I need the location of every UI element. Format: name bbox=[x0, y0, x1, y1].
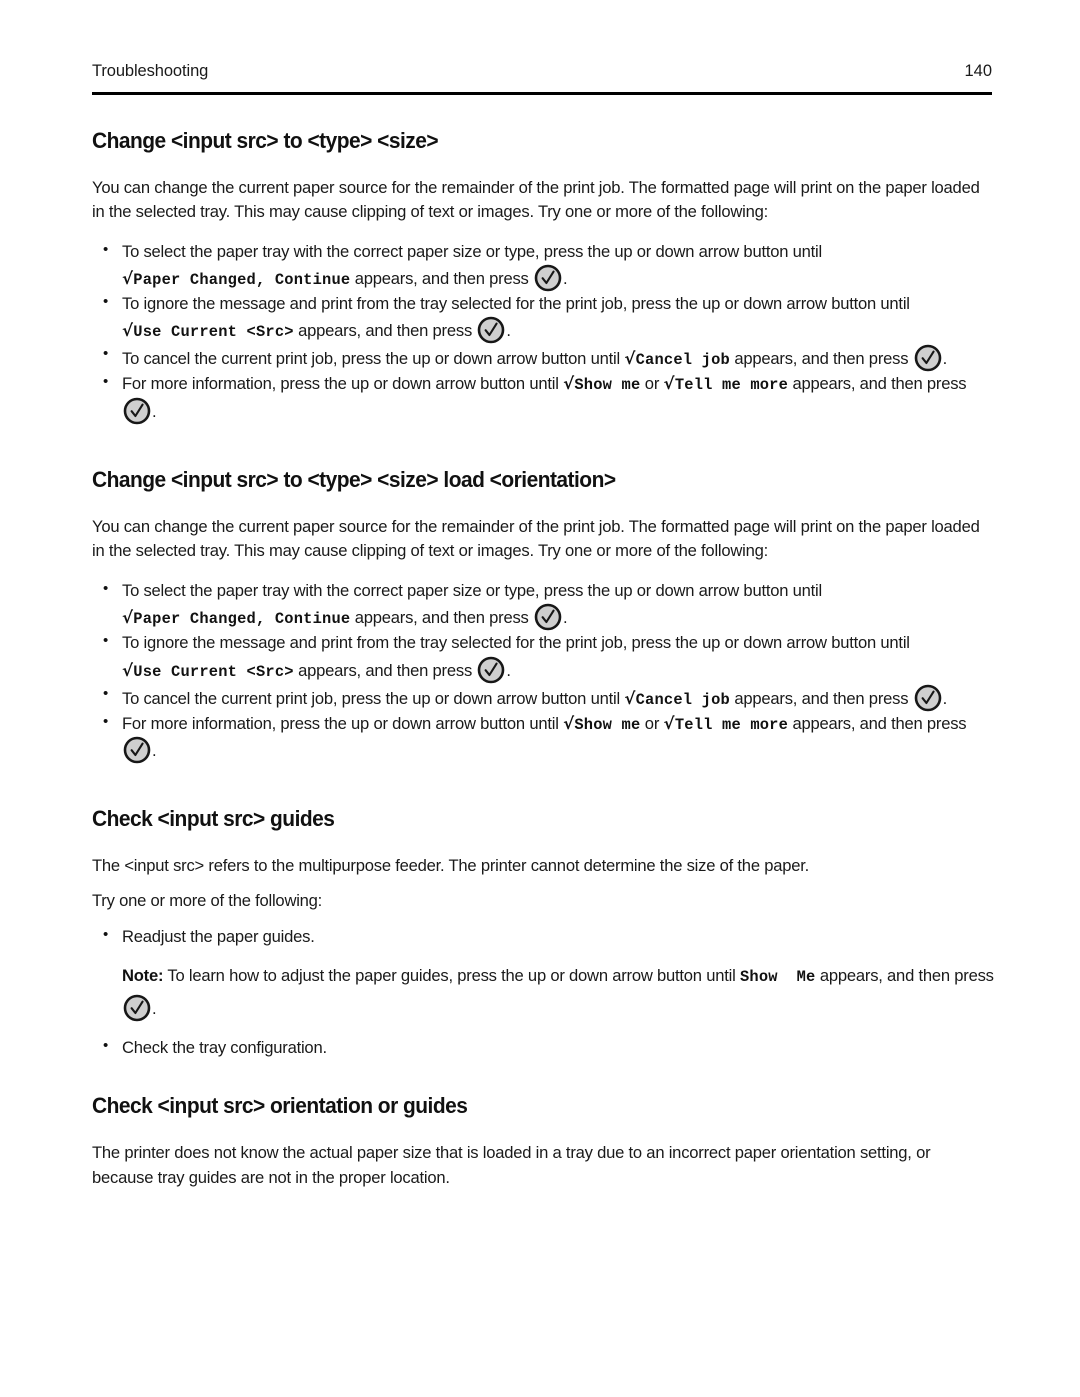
bullet-list-section-1: To select the paper tray with the correc… bbox=[92, 239, 994, 425]
bullet-text-part: . bbox=[152, 402, 157, 422]
section-intro-paragraph-secondary: Try one or more of the following: bbox=[92, 891, 323, 911]
list-item: For more information, press the up or do… bbox=[92, 711, 994, 765]
header-page-number: 140 bbox=[964, 62, 992, 80]
ui-string-code: Use Current <Src> bbox=[133, 323, 294, 342]
list-item: To ignore the message and print from the… bbox=[92, 630, 994, 684]
section-heading-check-input-src-guides: Check <input src> guides bbox=[92, 806, 335, 832]
bullet-text-part: . bbox=[563, 269, 568, 289]
list-item: To cancel the current print job, press t… bbox=[92, 683, 994, 712]
bullet-text-part: For more information, press the up or do… bbox=[122, 713, 564, 733]
bullet-text-part: To select the paper tray with the correc… bbox=[122, 241, 822, 261]
list-item: Readjust the paper guides. bbox=[92, 924, 994, 949]
check-prefix-icon: √ bbox=[122, 660, 133, 680]
list-item: For more information, press the up or do… bbox=[92, 371, 994, 425]
bullet-text-part: . bbox=[942, 688, 948, 708]
bullet-text-part: To ignore the message and print from the… bbox=[122, 633, 910, 653]
list-item: To select the paper tray with the correc… bbox=[92, 578, 994, 631]
header-divider-rule bbox=[92, 92, 992, 95]
checkmark-circle-button-icon bbox=[477, 316, 505, 344]
ui-string-code: Paper Changed, Continue bbox=[133, 610, 351, 629]
ui-string-code: Cancel job bbox=[635, 351, 730, 370]
bullet-text-part: appears, and then press bbox=[729, 349, 913, 369]
document-page: Troubleshooting 140 Change <input src> t… bbox=[0, 0, 1080, 1397]
checkmark-circle-button-icon bbox=[123, 397, 151, 425]
bullet-text-part: appears, and then press bbox=[350, 608, 534, 628]
bullet-text-part: To select the paper tray with the correc… bbox=[122, 580, 822, 600]
bullet-text-part: To ignore the message and print from the… bbox=[122, 294, 910, 314]
check-prefix-icon: √ bbox=[624, 349, 636, 369]
checkmark-circle-button-icon bbox=[534, 603, 562, 631]
list-item: To ignore the message and print from the… bbox=[92, 291, 994, 344]
list-item: Check the tray configuration. bbox=[92, 1035, 994, 1060]
bullet-text-part: . bbox=[506, 660, 511, 680]
checkmark-circle-button-icon bbox=[477, 656, 505, 684]
check-prefix-icon: √ bbox=[122, 269, 133, 289]
bullet-text-part: . bbox=[506, 321, 511, 341]
bullet-list-section-3-first: Readjust the paper guides. bbox=[92, 924, 994, 949]
bullet-text-part: appears, and then press bbox=[788, 713, 967, 733]
bullet-text-part: . bbox=[152, 741, 157, 761]
ui-string-code: Use Current <Src> bbox=[133, 662, 294, 681]
page-content: Change <input src> to <type> <size> You … bbox=[92, 128, 994, 1190]
ui-string-code: Tell me more bbox=[674, 376, 789, 395]
section-heading-check-input-src-orientation-or-guides: Check <input src> orientation or guides bbox=[92, 1093, 468, 1119]
checkmark-circle-button-icon bbox=[914, 684, 942, 712]
check-prefix-icon: √ bbox=[563, 713, 574, 733]
checkmark-circle-button-icon bbox=[914, 344, 942, 372]
section-intro-paragraph: You can change the current paper source … bbox=[92, 516, 980, 561]
note-label: Note: bbox=[122, 966, 164, 986]
bullet-text-part: For more information, press the up or do… bbox=[122, 374, 564, 394]
bullet-list-section-3-second: Check the tray configuration. bbox=[92, 1035, 994, 1060]
check-prefix-icon: √ bbox=[122, 321, 133, 341]
bullet-text-part: appears, and then press bbox=[293, 660, 477, 680]
section-intro-paragraph: You can change the current paper source … bbox=[92, 177, 980, 222]
ui-string-code: Show me bbox=[574, 376, 641, 395]
check-prefix-icon: √ bbox=[122, 608, 133, 628]
ui-string-code: Paper Changed, Continue bbox=[133, 271, 351, 290]
section-heading-change-input-src-type-size: Change <input src> to <type> <size> bbox=[92, 128, 439, 153]
header-chapter-title: Troubleshooting bbox=[92, 62, 209, 80]
bullet-text-part: . bbox=[563, 608, 568, 628]
bullet-text-part: Check the tray configuration. bbox=[122, 1037, 327, 1057]
checkmark-circle-button-icon bbox=[123, 994, 151, 1022]
section-heading-change-input-src-load-orientation: Change <input src> to <type> <size> load… bbox=[92, 467, 616, 493]
ui-string-code: Show me bbox=[574, 715, 641, 734]
bullet-list-section-2: To select the paper tray with the correc… bbox=[92, 578, 994, 765]
section-intro-paragraph: The printer does not know the actual pap… bbox=[92, 1143, 931, 1187]
bullet-text-part: appears, and then press bbox=[729, 688, 913, 708]
bullet-text-part: To cancel the current print job, press t… bbox=[122, 688, 625, 708]
bullet-text-part: appears, and then press bbox=[788, 374, 967, 394]
bullet-text-part: . bbox=[942, 349, 948, 369]
bullet-text-part: or bbox=[640, 374, 664, 394]
check-prefix-icon: √ bbox=[563, 374, 574, 394]
note-text-part: . bbox=[152, 998, 157, 1018]
list-item: To select the paper tray with the correc… bbox=[92, 239, 994, 292]
list-item: To cancel the current print job, press t… bbox=[92, 343, 994, 372]
checkmark-circle-button-icon bbox=[534, 264, 562, 292]
note-text-part: appears, and then press bbox=[815, 966, 994, 986]
check-prefix-icon: √ bbox=[624, 688, 636, 708]
ui-string-code: Tell me more bbox=[674, 715, 789, 734]
ui-string-code: Cancel job bbox=[635, 690, 730, 709]
check-prefix-icon: √ bbox=[663, 374, 675, 394]
bullet-text-part: Readjust the paper guides. bbox=[122, 926, 315, 946]
note-block: Note: To learn how to adjust the paper g… bbox=[92, 960, 994, 1025]
note-text-part: To learn how to adjust the paper guides,… bbox=[163, 966, 740, 986]
check-prefix-icon: √ bbox=[663, 713, 675, 733]
bullet-text-part: appears, and then press bbox=[350, 269, 534, 289]
bullet-text-part: appears, and then press bbox=[293, 321, 477, 341]
checkmark-circle-button-icon bbox=[123, 736, 151, 764]
ui-string-code: Show Me bbox=[739, 968, 816, 987]
page-header: Troubleshooting 140 bbox=[92, 62, 992, 81]
section-intro-paragraph: The <input src> refers to the multipurpo… bbox=[92, 856, 810, 876]
bullet-text-part: To cancel the current print job, press t… bbox=[122, 349, 625, 369]
bullet-text-part: or bbox=[640, 713, 664, 733]
